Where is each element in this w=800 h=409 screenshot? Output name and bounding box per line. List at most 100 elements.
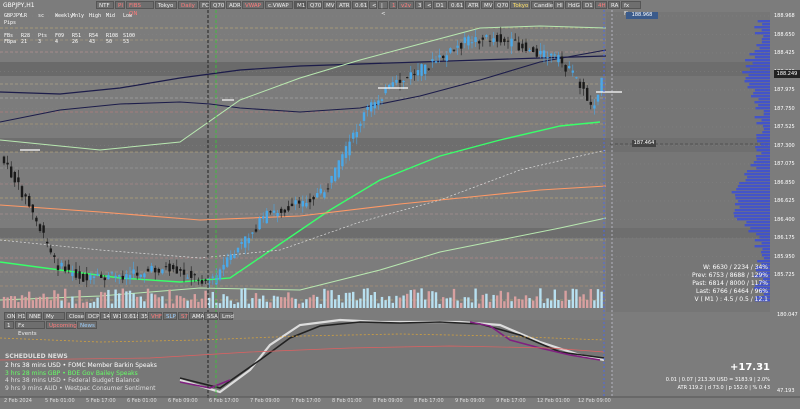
panel-tab-h1[interactable]: H1: [15, 312, 26, 320]
volume-bar: [337, 294, 340, 308]
volume-profile-bar: [756, 167, 770, 170]
volume-bar: [118, 293, 121, 308]
toolbar-button-m1[interactable]: M1: [294, 1, 306, 9]
volume-bar: [20, 295, 24, 308]
toolbar-button-atr[interactable]: ATR: [336, 1, 351, 9]
toolbar-button-0-61[interactable]: 0.61: [448, 1, 464, 9]
panel-tab-on[interactable]: ON: [4, 312, 15, 320]
panel-tab-nne[interactable]: NNE: [26, 312, 42, 320]
toolbar-button-hdg[interactable]: HdG: [565, 1, 581, 9]
toolbar-button-fx-fix[interactable]: fx Fix: [621, 1, 641, 17]
volume-profile-bar: [762, 131, 770, 134]
toolbar-button-1[interactable]: 1: [389, 1, 397, 9]
panel-tab-vhf[interactable]: VHF: [148, 312, 162, 320]
toolbar-button-pi[interactable]: PI: [115, 1, 125, 9]
panel-tab-slp[interactable]: SLP: [163, 312, 177, 320]
toolbar-button--[interactable]: <: [369, 1, 377, 9]
volume-bar: [197, 301, 200, 308]
toolbar-button-atr[interactable]: ATR: [465, 1, 480, 9]
toolbar-button--[interactable]: <: [424, 1, 432, 9]
time-axis-label: 7 Feb 17:00: [291, 398, 321, 404]
panel-tab-dcp[interactable]: DCP: [85, 312, 99, 320]
events-tab-news[interactable]: News: [77, 321, 97, 329]
toolbar-button-0-61[interactable]: 0.61: [352, 1, 368, 9]
info-header-cell: sc: [38, 13, 45, 19]
toolbar-button-q70[interactable]: Q70: [494, 1, 509, 9]
toolbar-button-ra[interactable]: RA: [608, 1, 620, 9]
panel-tab-ama[interactable]: AMA: [189, 312, 204, 320]
toolbar-button-3[interactable]: 3: [415, 1, 423, 9]
toolbar-button-d1[interactable]: D1: [582, 1, 594, 9]
time-axis-label: 8 Feb 17:00: [414, 398, 444, 404]
panel-tab-close[interactable]: Close: [66, 312, 84, 320]
events-tab-1[interactable]: 1: [4, 321, 14, 329]
panel-tab-w1[interactable]: W1: [110, 312, 122, 320]
toolbar-button-4h[interactable]: 4H: [595, 1, 607, 9]
toolbar-button-tokyo[interactable]: Tokyo: [155, 1, 177, 9]
toolbar-button-c-vwap[interactable]: c.VWAP: [265, 1, 293, 9]
toolbar-button-adr[interactable]: ADR: [226, 1, 241, 9]
volume-bar: [568, 299, 571, 308]
toolbar-button-q70[interactable]: Q70: [307, 1, 322, 9]
candle-body: [424, 64, 427, 74]
candle-body: [539, 50, 542, 55]
volume-profile-bar: [744, 80, 770, 83]
price-chart[interactable]: [0, 0, 800, 409]
toolbar-button--[interactable]: |<: [378, 1, 388, 17]
toolbar-button-q70[interactable]: Q70: [210, 1, 225, 9]
candle-body: [568, 66, 571, 69]
events-tab-fx-events[interactable]: Fx Events: [15, 321, 45, 337]
toolbar-button-tokyo[interactable]: Tokyo: [510, 1, 530, 9]
candle-body: [319, 188, 322, 194]
volume-bar: [92, 301, 96, 308]
volume-bar: [370, 295, 373, 308]
toolbar-button-vwap[interactable]: VWAP: [242, 1, 264, 9]
candle-body: [434, 61, 438, 63]
candle-body: [582, 82, 585, 89]
volume-bar: [532, 300, 535, 308]
volume-bar: [283, 297, 286, 308]
volume-bar: [164, 303, 168, 308]
volume-bar: [380, 296, 384, 308]
toolbar-button-ntf[interactable]: NTF: [96, 1, 114, 9]
toolbar-button-hl[interactable]: Hl: [554, 1, 564, 9]
info-header-cell: Mid: [106, 13, 116, 19]
candle-body: [517, 42, 520, 51]
toolbar-button-daily[interactable]: Daily: [178, 1, 198, 9]
volume-bar: [460, 302, 463, 308]
events-tab-upcoming[interactable]: Upcoming: [46, 321, 77, 329]
toolbar-button-d1[interactable]: D1: [433, 1, 447, 9]
panel-tab-lmd[interactable]: Lmd: [219, 312, 234, 320]
toolbar-button-mv[interactable]: MV: [323, 1, 335, 9]
panel-tab-my-net[interactable]: My NET: [43, 312, 65, 328]
candle-body: [182, 269, 186, 275]
toolbar-button-v2v[interactable]: v2v: [398, 1, 414, 9]
toolbar-button-mv[interactable]: MV: [481, 1, 493, 9]
candle-body: [118, 275, 121, 277]
panel-tab-ssa[interactable]: SSA: [204, 312, 218, 320]
volume-bar: [571, 288, 574, 308]
candle-body: [125, 274, 128, 280]
volume-bar: [323, 288, 326, 308]
candle-body: [298, 200, 301, 204]
toolbar-button-fc[interactable]: FC: [199, 1, 209, 9]
volume-profile-bar: [757, 260, 770, 263]
toolbar-button-fibs-on[interactable]: FIBS ON: [126, 1, 154, 17]
volume-profile-bar: [755, 155, 770, 158]
panel-tab-0-618[interactable]: 0.618: [121, 312, 140, 320]
volume-bar: [280, 297, 283, 308]
volume-profile-bar: [738, 200, 770, 203]
panel-tab-s7[interactable]: S7: [178, 312, 188, 320]
candle-body: [96, 273, 99, 276]
candle-body: [2, 156, 6, 164]
panel-tab-14[interactable]: 14: [100, 312, 110, 320]
volume-bar: [528, 298, 531, 308]
info-table: GBPJPYLR sc WeeklyMnly High Mid Low Pips FBs R28…: [4, 13, 140, 46]
volume-bar: [244, 288, 247, 308]
volume-bar: [251, 298, 254, 308]
candle-body: [366, 106, 369, 110]
panel-tab-35[interactable]: 35: [138, 312, 148, 320]
toolbar-button-candle[interactable]: Candle: [531, 1, 553, 9]
candle-body: [514, 39, 517, 41]
info-cell: 43: [89, 39, 96, 45]
